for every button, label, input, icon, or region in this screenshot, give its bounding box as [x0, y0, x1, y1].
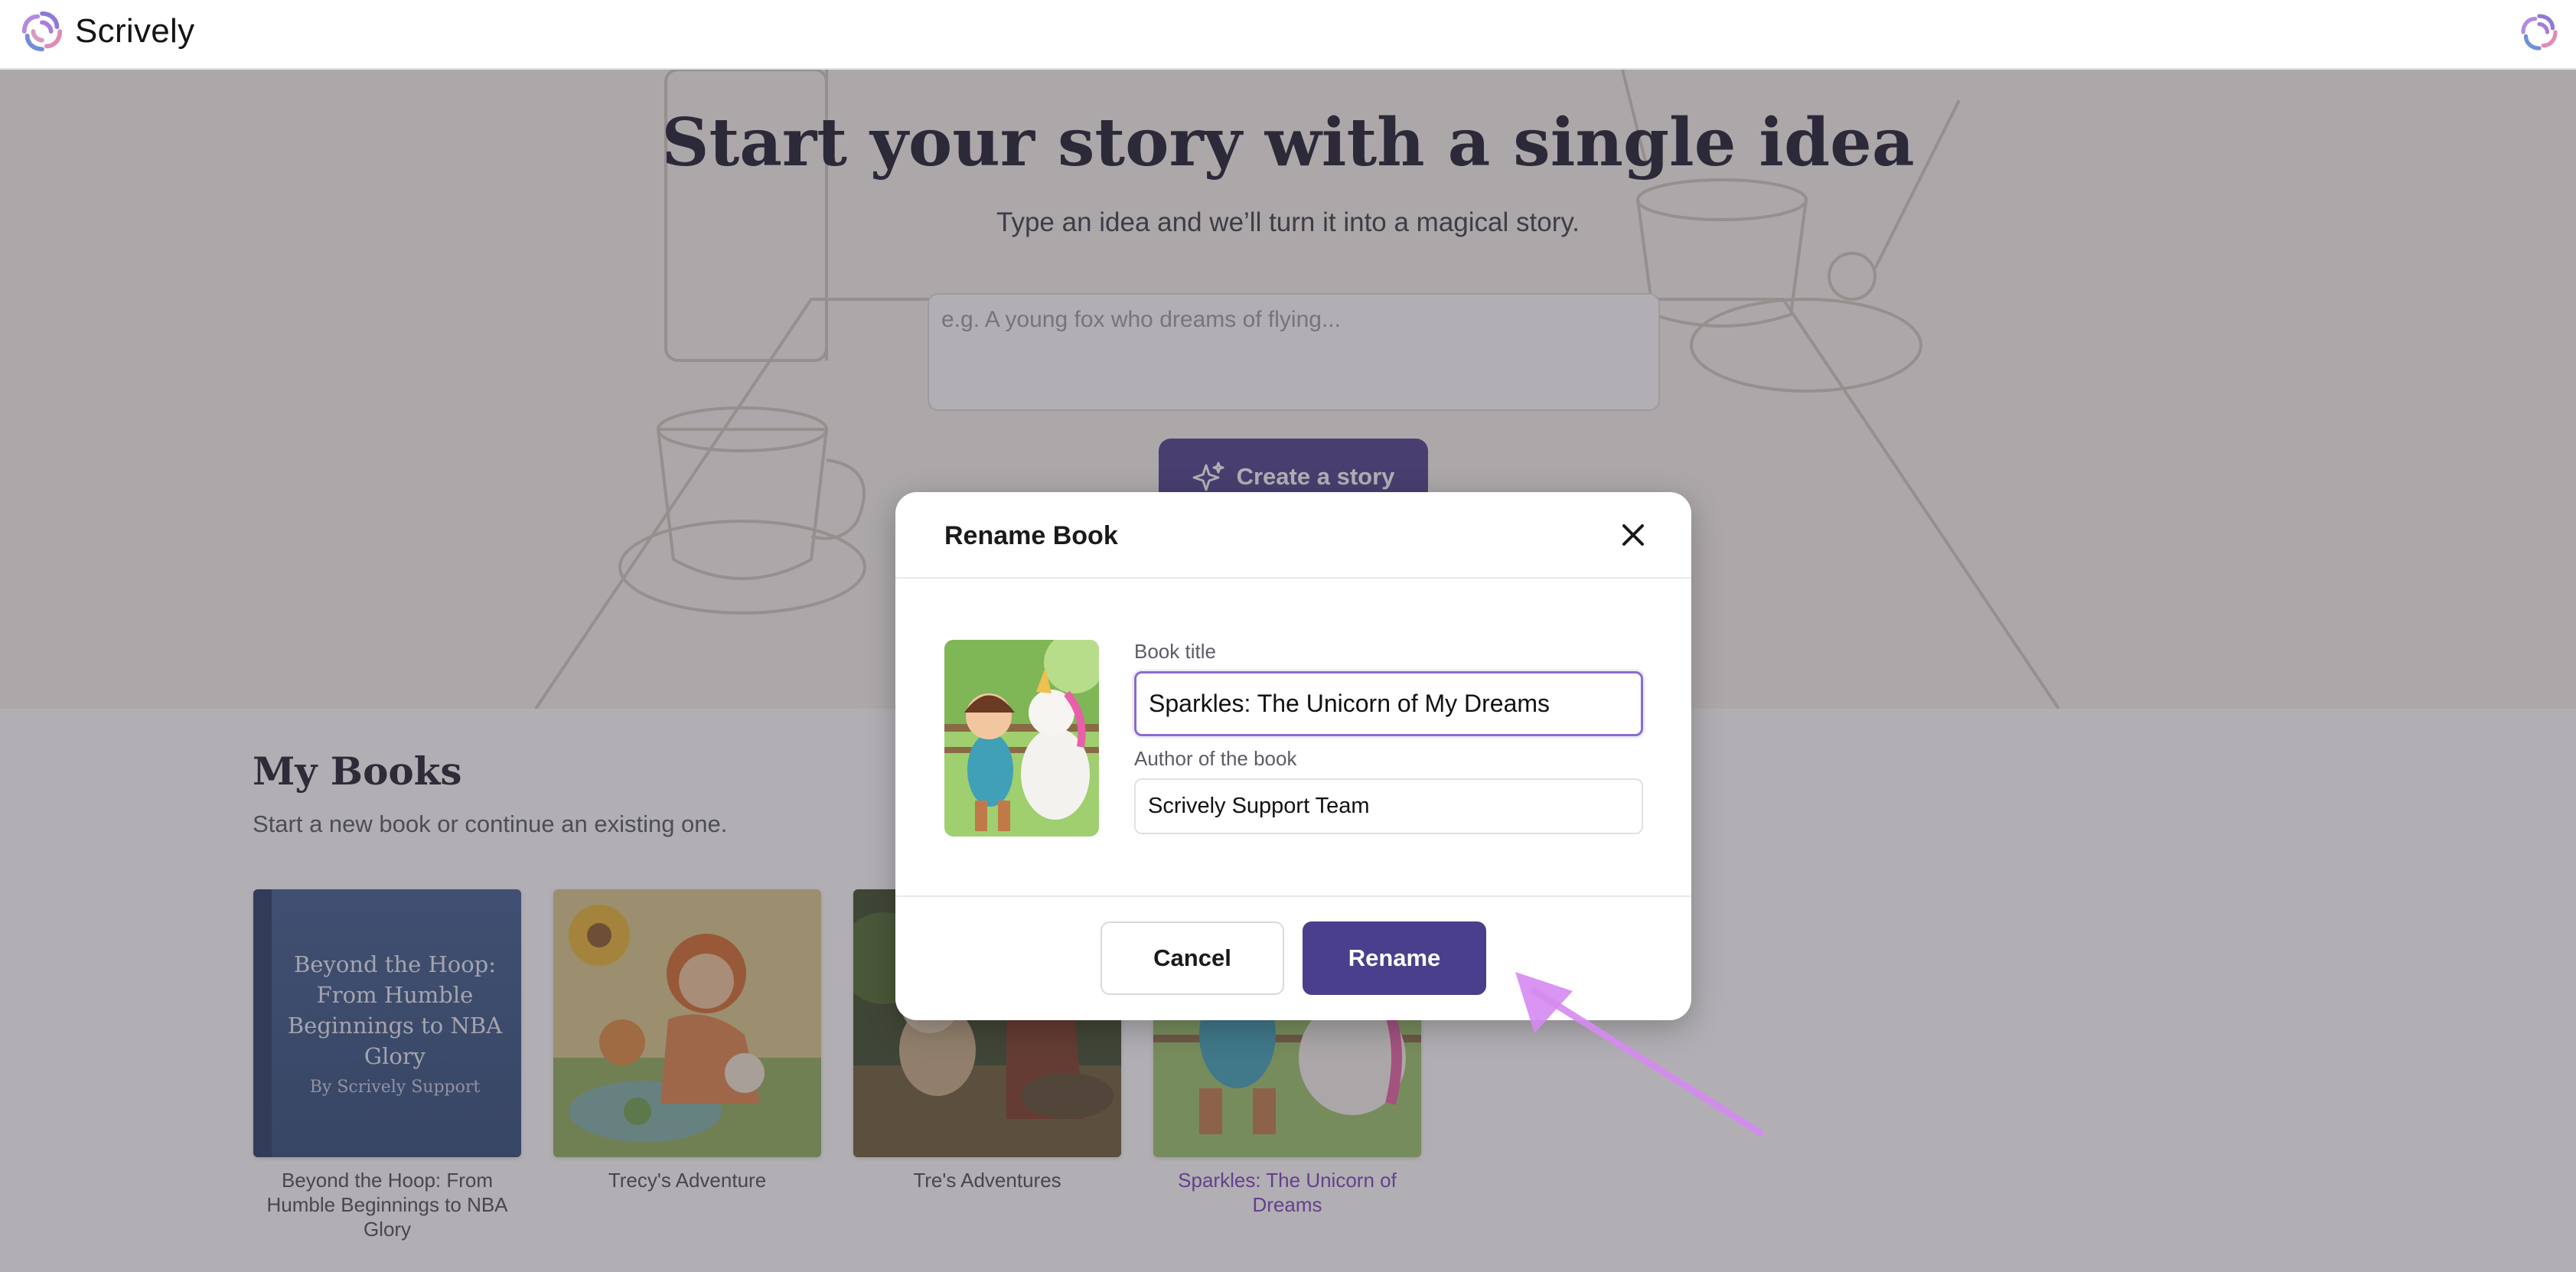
rename-button[interactable]: Rename	[1303, 921, 1486, 995]
close-icon[interactable]	[1616, 518, 1650, 552]
scrively-logo-icon	[21, 11, 63, 52]
top-bar: Scrively	[0, 0, 2576, 70]
dialog-title: Rename Book	[944, 521, 1118, 550]
book-title-input[interactable]	[1134, 671, 1643, 736]
dialog-header: Rename Book	[895, 492, 1691, 579]
author-label: Author of the book	[1134, 747, 1297, 770]
author-input[interactable]	[1134, 778, 1643, 834]
logo[interactable]: Scrively	[18, 8, 194, 55]
annotation-arrow-icon	[1515, 972, 1764, 1137]
cancel-button[interactable]: Cancel	[1101, 921, 1284, 995]
book-thumbnail	[944, 640, 1099, 837]
rename-book-dialog: Rename Book Book title Author of the boo…	[895, 492, 1691, 1020]
avatar-icon[interactable]	[2518, 11, 2561, 54]
app-name: Scrively	[75, 12, 195, 50]
book-title-label: Book title	[1134, 640, 1216, 663]
